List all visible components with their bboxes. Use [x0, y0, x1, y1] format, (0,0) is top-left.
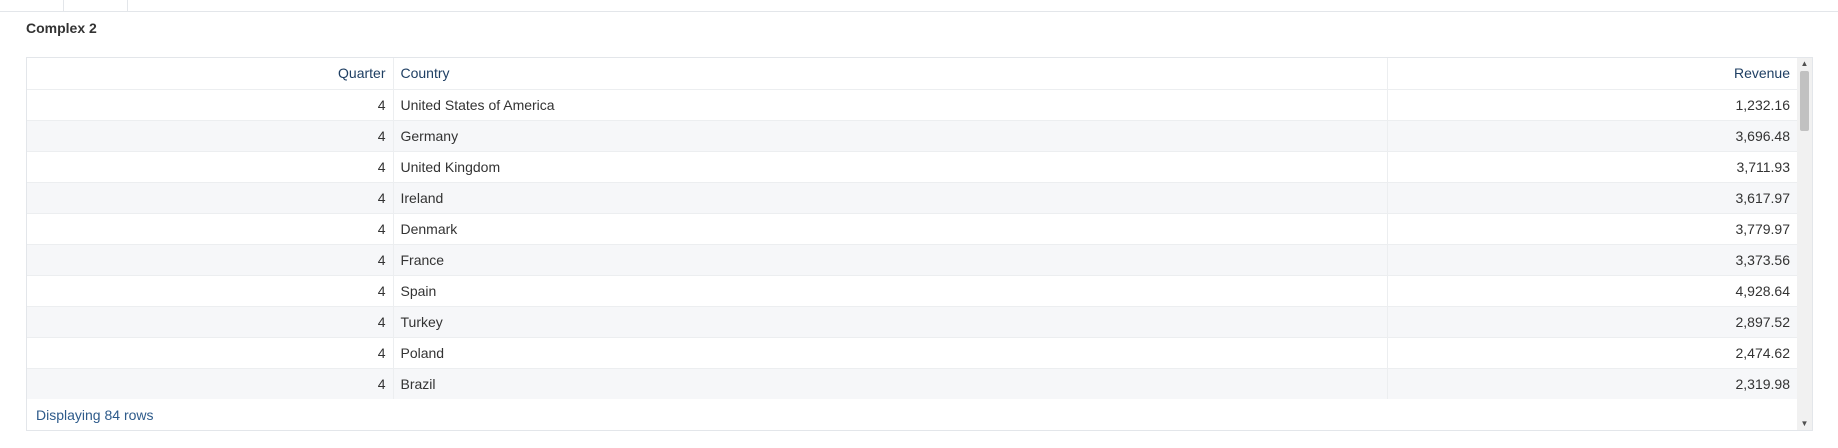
- cell-country: Turkey: [393, 306, 1388, 338]
- cell-revenue: 3,696.48: [1387, 120, 1798, 152]
- row-count-status: Displaying 84 rows: [27, 399, 1798, 430]
- cell-quarter: 4: [27, 151, 394, 183]
- grid-table: Quarter Country Revenue 4 United States …: [27, 58, 1798, 400]
- cell-quarter: 4: [27, 306, 394, 338]
- table-row[interactable]: 4 Denmark 3,779.97: [27, 213, 1798, 245]
- table-row[interactable]: 4 Brazil 2,319.98: [27, 368, 1798, 400]
- panel-title: Complex 2: [26, 20, 97, 36]
- cell-revenue: 4,928.64: [1387, 275, 1798, 307]
- column-header-quarter[interactable]: Quarter: [27, 58, 394, 90]
- cell-country: Poland: [393, 337, 1388, 369]
- table-row[interactable]: 4 Ireland 3,617.97: [27, 182, 1798, 214]
- cell-country: United States of America: [393, 89, 1388, 121]
- cell-country: Denmark: [393, 213, 1388, 245]
- cell-quarter: 4: [27, 182, 394, 214]
- cell-country: France: [393, 244, 1388, 276]
- cell-quarter: 4: [27, 337, 394, 369]
- top-tab-2[interactable]: [64, 0, 128, 12]
- table-row[interactable]: 4 Spain 4,928.64: [27, 275, 1798, 307]
- top-tab-strip: [0, 0, 1838, 12]
- scroll-thumb[interactable]: [1800, 71, 1809, 131]
- column-header-country[interactable]: Country: [393, 58, 1388, 90]
- cell-quarter: 4: [27, 89, 394, 121]
- cell-revenue: 1,232.16: [1387, 89, 1798, 121]
- cell-country: Ireland: [393, 182, 1388, 214]
- cell-country: United Kingdom: [393, 151, 1388, 183]
- vertical-scrollbar[interactable]: ▲ ▼: [1797, 58, 1812, 430]
- cell-revenue: 3,711.93: [1387, 151, 1798, 183]
- cell-revenue: 2,897.52: [1387, 306, 1798, 338]
- header-row: Quarter Country Revenue: [27, 58, 1798, 90]
- scroll-up-icon[interactable]: ▲: [1797, 58, 1812, 70]
- table-row[interactable]: 4 Turkey 2,897.52: [27, 306, 1798, 338]
- cell-revenue: 3,373.56: [1387, 244, 1798, 276]
- cell-country: Spain: [393, 275, 1388, 307]
- cell-quarter: 4: [27, 213, 394, 245]
- cell-revenue: 3,617.97: [1387, 182, 1798, 214]
- cell-revenue: 2,319.98: [1387, 368, 1798, 400]
- top-tab-1[interactable]: [0, 0, 64, 12]
- data-grid: Quarter Country Revenue 4 United States …: [26, 57, 1813, 431]
- scroll-down-icon[interactable]: ▼: [1797, 418, 1812, 430]
- cell-revenue: 2,474.62: [1387, 337, 1798, 369]
- table-row[interactable]: 4 United Kingdom 3,711.93: [27, 151, 1798, 183]
- cell-quarter: 4: [27, 244, 394, 276]
- table-row[interactable]: 4 United States of America 1,232.16: [27, 89, 1798, 121]
- cell-revenue: 3,779.97: [1387, 213, 1798, 245]
- table-row[interactable]: 4 Germany 3,696.48: [27, 120, 1798, 152]
- cell-quarter: 4: [27, 120, 394, 152]
- cell-quarter: 4: [27, 368, 394, 400]
- table-row[interactable]: 4 Poland 2,474.62: [27, 337, 1798, 369]
- cell-country: Germany: [393, 120, 1388, 152]
- cell-quarter: 4: [27, 275, 394, 307]
- cell-country: Brazil: [393, 368, 1388, 400]
- column-header-revenue[interactable]: Revenue: [1387, 58, 1798, 90]
- table-row[interactable]: 4 France 3,373.56: [27, 244, 1798, 276]
